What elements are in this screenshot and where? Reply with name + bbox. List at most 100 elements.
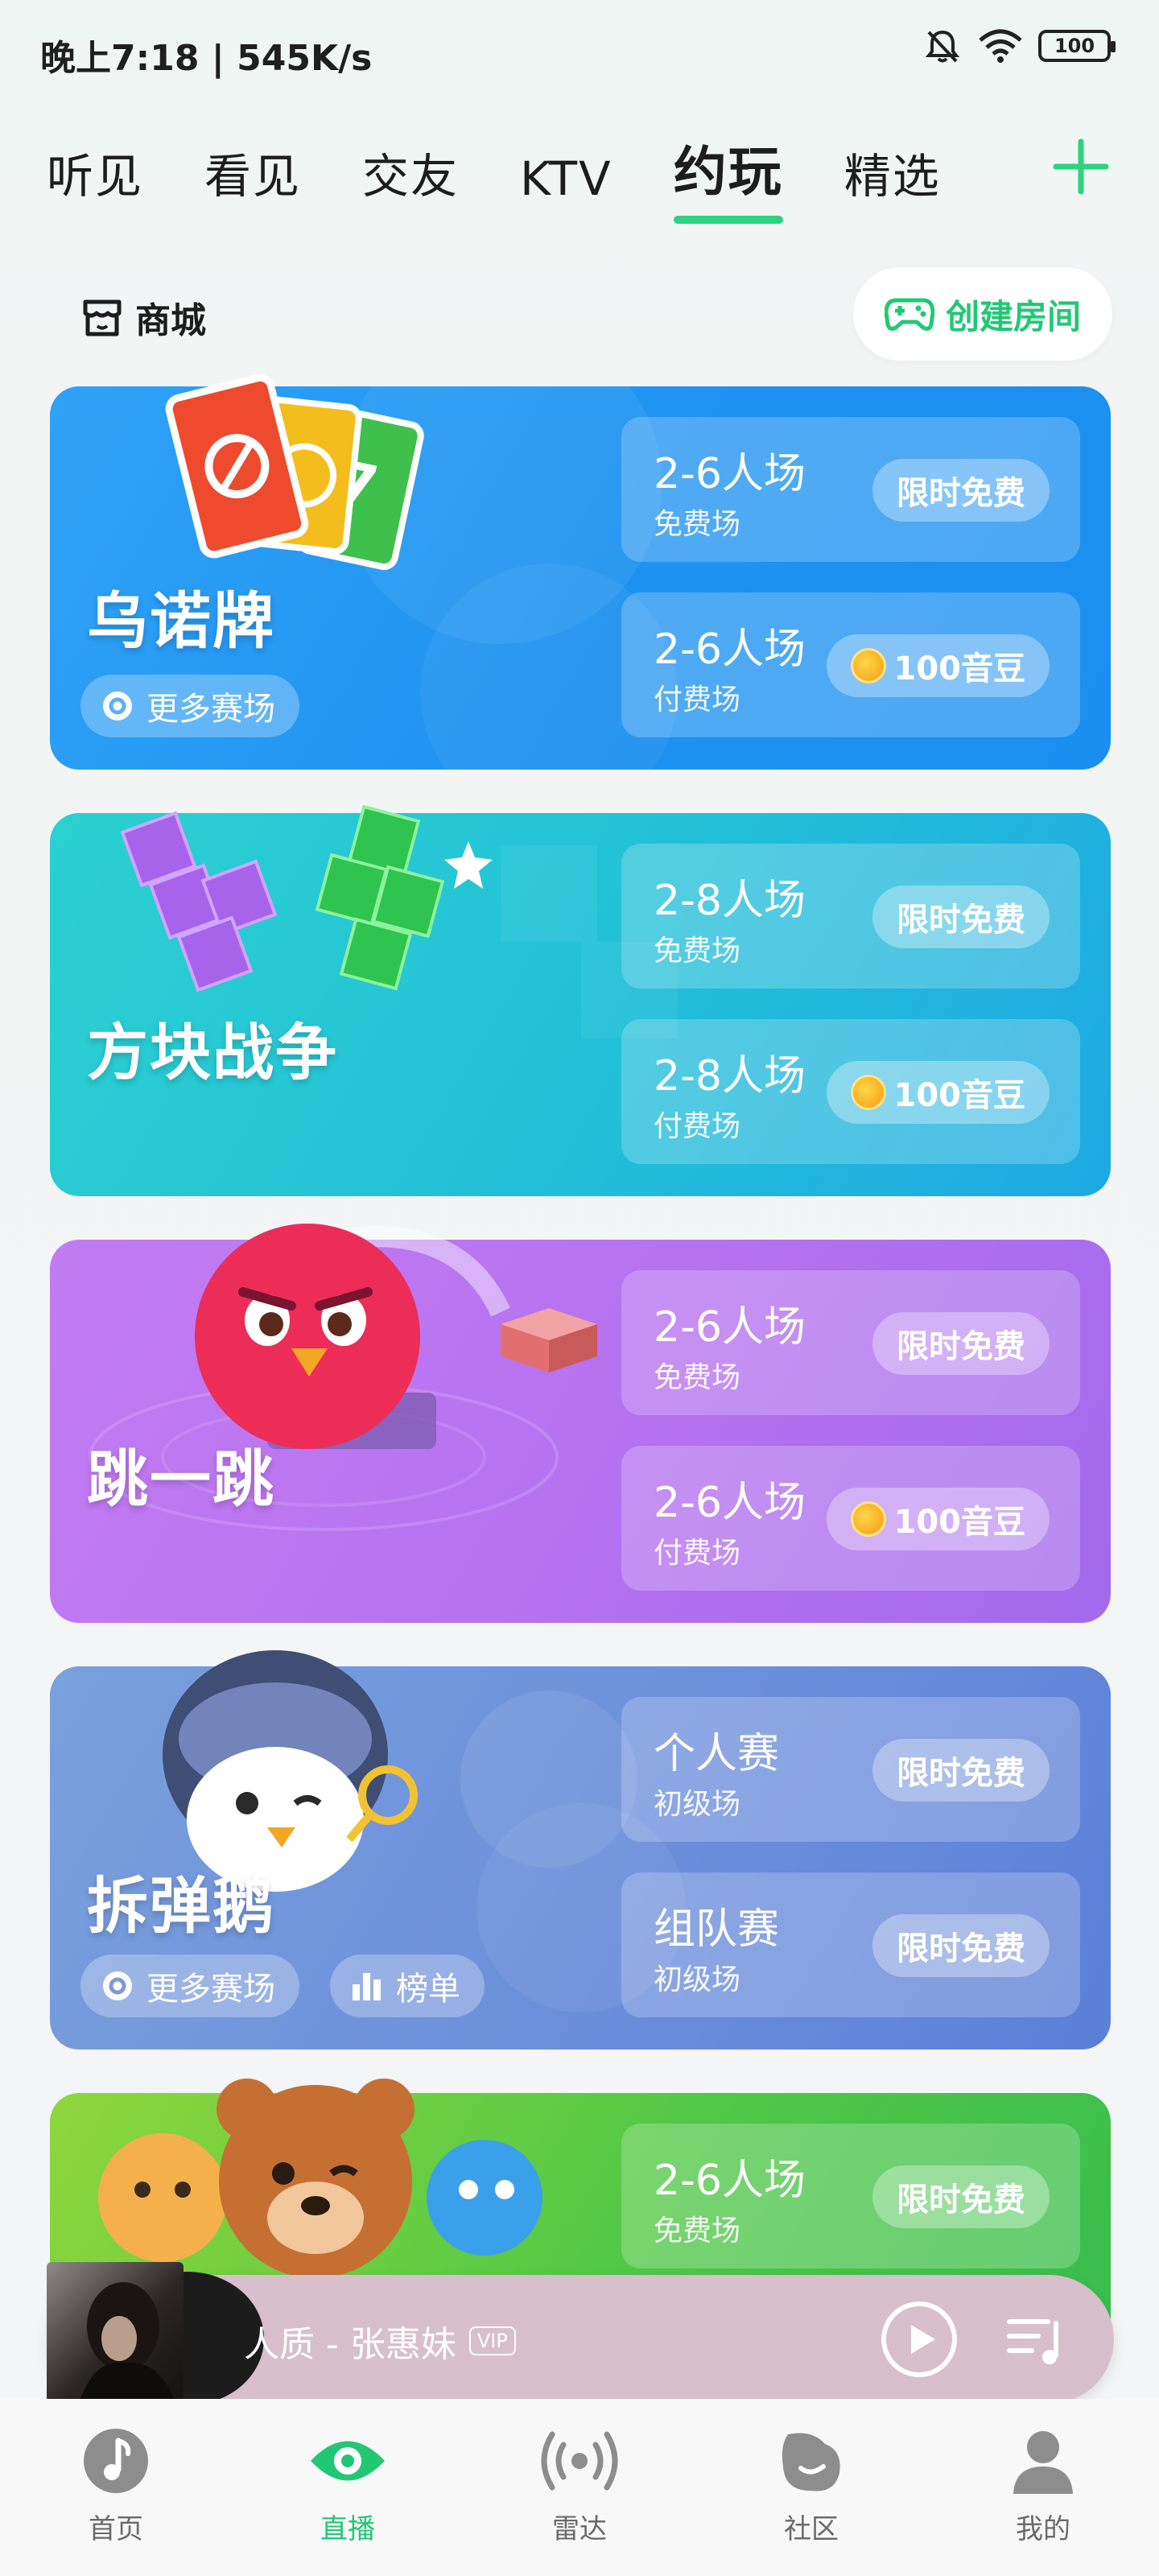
room-option[interactable]: 2-8人场 付费场 100音豆 (621, 1019, 1080, 1164)
tab-watch[interactable]: 看见 (204, 138, 301, 206)
music-note-icon (84, 2429, 148, 2493)
status-bar: 晚上7:18 | 545K/s 100 (0, 0, 1159, 97)
coin-icon (850, 648, 886, 683)
nav-label: 我的 (1016, 2513, 1070, 2545)
coin-icon (850, 1075, 886, 1110)
room-option[interactable]: 2-6人场 免费场 限时免费 (621, 2124, 1080, 2268)
nav-label: 雷达 (552, 2513, 607, 2545)
vip-badge: VIP (468, 2326, 516, 2355)
uno-cards-illustration: 7 (165, 374, 424, 571)
room-type: 免费场 (654, 2215, 741, 2248)
leaderboard-chip[interactable]: 榜单 (330, 1955, 485, 2017)
store-icon (83, 299, 122, 336)
room-type: 初级场 (654, 1963, 741, 1996)
create-room-label: 创建房间 (945, 296, 1081, 336)
nav-profile[interactable]: 我的 (963, 2426, 1124, 2576)
coin-icon (850, 1501, 886, 1537)
tab-friends[interactable]: 交友 (362, 138, 459, 206)
game-card-block-war[interactable]: 方块战争 2-8人场 免费场 限时免费 2-8人场 付费场 100音豆 (50, 804, 1111, 1196)
room-option[interactable]: 个人赛 初级场 限时免费 (621, 1697, 1080, 1842)
room-type: 付费场 (654, 1110, 741, 1143)
game-card-uno[interactable]: 7 乌诺牌 更多赛场 2-6人场 免费场 限时免费 2-6人场 付费场 100音… (50, 374, 1111, 770)
free-badge: 限时免费 (872, 886, 1050, 948)
battery-icon: 100 (1038, 30, 1116, 62)
room-name: 2-6人场 (654, 2157, 806, 2205)
room-name: 2-6人场 (654, 450, 806, 498)
game-title: 方块战争 (87, 1017, 338, 1088)
playlist-button[interactable] (1003, 2307, 1067, 2372)
profile-icon (1013, 2431, 1073, 2494)
free-badge: 限时免费 (872, 1739, 1050, 1802)
add-tab-button[interactable] (1053, 138, 1109, 195)
room-name: 组队赛 (654, 1905, 780, 1954)
bar-chart-icon (353, 1973, 381, 2000)
nav-live[interactable]: 直播 (267, 2426, 428, 2576)
room-type: 免费场 (654, 508, 741, 541)
game-chips: 更多赛场 榜单 (80, 1955, 485, 2017)
room-name: 2-6人场 (654, 1303, 806, 1352)
more-matches-chip[interactable]: 更多赛场 (80, 1955, 299, 2017)
nav-radar[interactable]: 雷达 (499, 2426, 660, 2576)
status-time: 晚上7:18 | 545K/s (40, 38, 373, 79)
nav-label: 首页 (89, 2513, 143, 2545)
gamepad-icon (884, 298, 934, 331)
room-type: 初级场 (654, 1788, 741, 1821)
badge-label: 限时免费 (897, 475, 1025, 512)
chip-label: 更多赛场 (146, 1971, 275, 2008)
game-card-jump[interactable]: 跳一跳 2-6人场 免费场 限时免费 2-6人场 付费场 100音豆 (50, 1224, 1111, 1623)
room-name: 2-6人场 (654, 625, 806, 674)
room-type: 免费场 (654, 935, 741, 968)
tab-play[interactable]: 约玩 (673, 129, 783, 224)
nav-community[interactable]: 社区 (731, 2426, 892, 2576)
price-badge: 100音豆 (826, 1061, 1050, 1124)
room-name: 2-8人场 (654, 1052, 806, 1100)
badge-label: 100音豆 (893, 650, 1026, 687)
room-type: 付费场 (654, 1537, 741, 1570)
eye-icon (311, 2441, 385, 2481)
song-title: 人质 - 张惠妹 VIP (244, 2315, 516, 2367)
badge-label: 100音豆 (893, 1077, 1026, 1114)
game-title: 拆弹鹅 (87, 1870, 275, 1942)
room-option[interactable]: 2-6人场 免费场 限时免费 (621, 1270, 1080, 1415)
screen: 晚上7:18 | 545K/s 100 听见 看见 交友 KTV 约玩 精选 商… (0, 0, 1159, 2576)
room-option[interactable]: 2-8人场 免费场 限时免费 (621, 844, 1080, 989)
free-badge: 限时免费 (872, 2165, 1050, 2228)
room-option[interactable]: 组队赛 初级场 限时免费 (621, 1872, 1080, 2017)
status-icons: 100 (922, 26, 1116, 66)
game-card-bomb-goose[interactable]: 拆弹鹅 更多赛场 榜单 个人赛 初级场 限时免费 组队赛 初级场 限时免费 (50, 1650, 1111, 2050)
free-badge: 限时免费 (872, 1312, 1050, 1375)
shop-link[interactable]: 商城 (80, 291, 206, 343)
target-icon (103, 1971, 132, 2000)
tab-featured[interactable]: 精选 (844, 138, 941, 206)
mini-player[interactable]: 人质 - 张惠妹 VIP (47, 2262, 1114, 2405)
price-badge: 100音豆 (826, 1488, 1050, 1550)
tab-listen[interactable]: 听见 (47, 138, 143, 206)
nav-label: 社区 (784, 2513, 839, 2545)
song-name: 人质 - 张惠妹 (244, 2324, 456, 2365)
room-option[interactable]: 2-6人场 免费场 限时免费 (621, 417, 1080, 562)
free-badge: 限时免费 (872, 459, 1050, 522)
chip-label: 更多赛场 (146, 691, 275, 728)
bottom-nav: 首页 直播 雷达 社区 我的 (0, 2399, 1159, 2576)
create-room-button[interactable]: 创建房间 (853, 267, 1112, 361)
community-icon (782, 2433, 840, 2491)
tab-ktv[interactable]: KTV (520, 151, 612, 206)
badge-label: 限时免费 (897, 902, 1025, 939)
target-icon (103, 691, 132, 720)
more-matches-chip[interactable]: 更多赛场 (80, 675, 299, 737)
room-option[interactable]: 2-6人场 付费场 100音豆 (621, 1446, 1080, 1591)
nav-home[interactable]: 首页 (35, 2426, 196, 2576)
badge-label: 限时免费 (897, 2182, 1025, 2219)
play-button[interactable] (879, 2299, 959, 2380)
room-option[interactable]: 2-6人场 付费场 100音豆 (621, 592, 1080, 737)
top-tabs: 听见 看见 交友 KTV 约玩 精选 (47, 129, 941, 224)
bell-off-icon (925, 30, 960, 63)
room-name: 2-8人场 (654, 877, 806, 925)
game-chips: 更多赛场 (80, 675, 299, 737)
wifi-icon (979, 29, 1022, 63)
room-name: 个人赛 (654, 1730, 780, 1778)
room-type: 免费场 (654, 1361, 741, 1394)
album-cover[interactable] (47, 2262, 184, 2402)
badge-label: 限时免费 (897, 1755, 1025, 1792)
game-title: 跳一跳 (87, 1443, 275, 1515)
